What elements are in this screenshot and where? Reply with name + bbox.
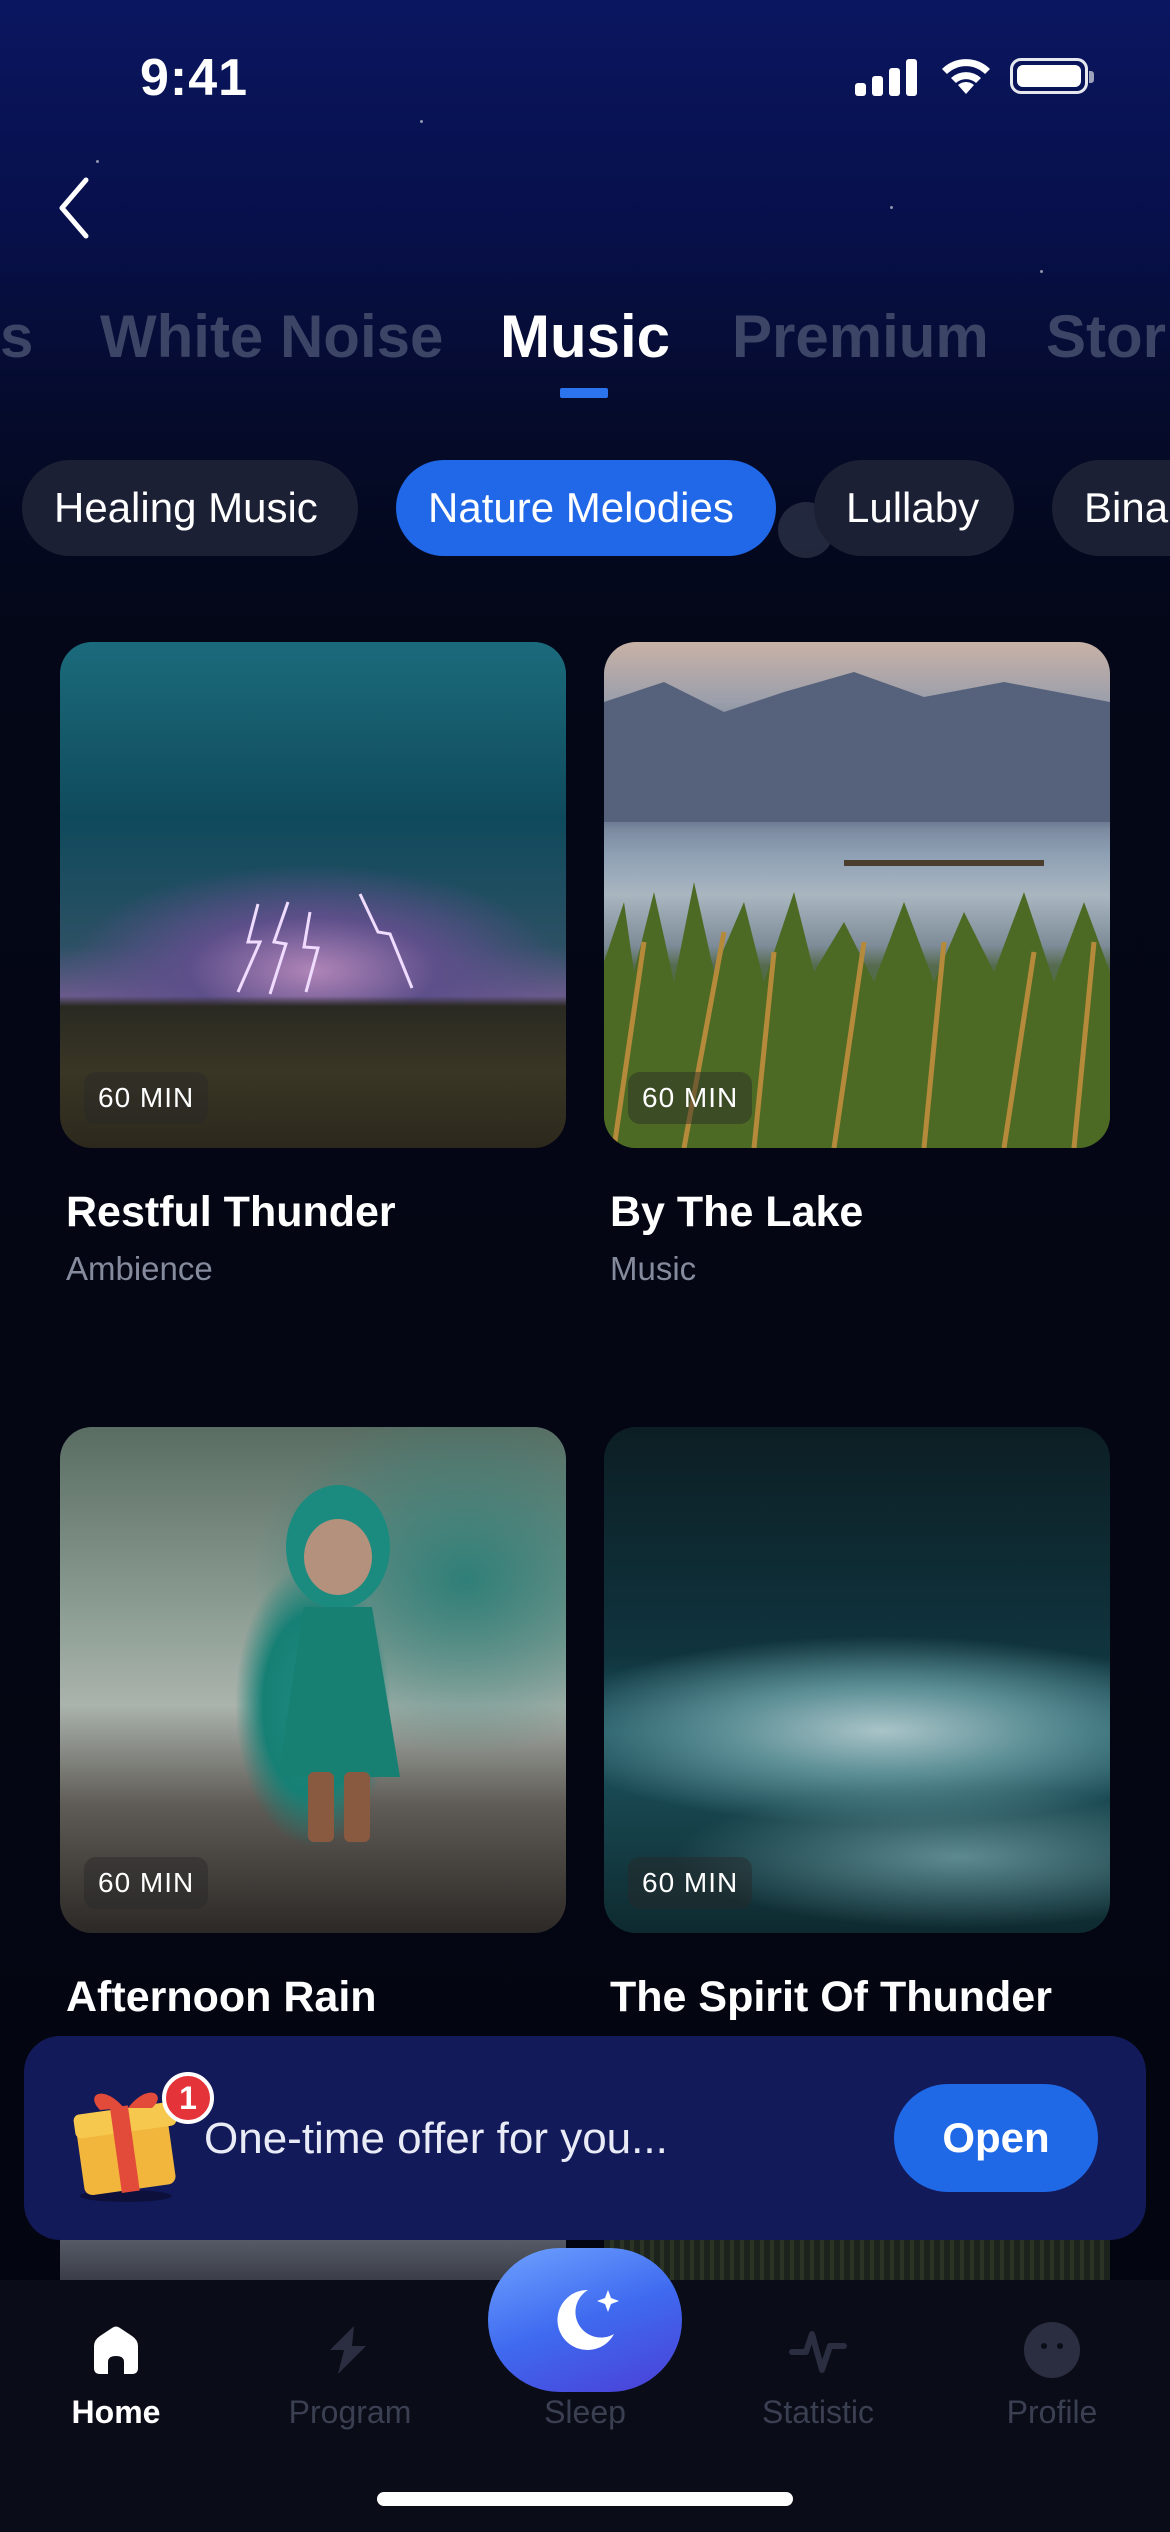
program-icon <box>330 2326 366 2374</box>
offer-text: One-time offer for you... <box>204 2114 668 2163</box>
statistic-icon <box>789 2331 847 2373</box>
card-subtitle: Ambience <box>66 1250 213 1287</box>
star-decoration <box>420 120 423 123</box>
sleep-button[interactable] <box>488 2248 682 2392</box>
status-time: 9:41 <box>140 49 249 107</box>
track-card[interactable]: 60 MIN Restful Thunder Ambience <box>60 642 566 1287</box>
tab-music[interactable]: Music <box>500 302 670 371</box>
wifi-icon <box>942 59 990 94</box>
tab-stories[interactable]: Stor <box>1046 302 1166 371</box>
card-title: The Spirit Of Thunder <box>610 1973 1052 2021</box>
star-decoration <box>96 160 99 163</box>
tab-label: Program <box>288 2394 412 2430</box>
thumbnail-image: 60 MIN <box>60 1427 566 1933</box>
chip-lullaby[interactable]: Lullaby <box>814 460 1014 556</box>
home-indicator[interactable] <box>377 2492 793 2506</box>
chip-binaural[interactable]: Bina <box>1052 460 1170 556</box>
tab-white-noise[interactable]: White Noise <box>100 302 443 371</box>
duration-badge: 60 MIN <box>84 1072 209 1124</box>
open-offer-button[interactable]: Open <box>894 2084 1098 2192</box>
card-subtitle: Music <box>610 1250 697 1287</box>
tab-label: Profile <box>1006 2394 1098 2430</box>
card-title: Restful Thunder <box>66 1188 396 1236</box>
star-decoration <box>1040 270 1043 273</box>
offer-banner[interactable]: 1 One-time offer for you... Open <box>24 2036 1146 2240</box>
track-card[interactable]: 60 MIN By The Lake Music <box>604 642 1110 1287</box>
thumbnail-image: 60 MIN <box>60 642 566 1148</box>
star-decoration <box>890 206 893 209</box>
thumbnail-image: 60 MIN <box>604 1427 1110 1933</box>
tab-stories-prev[interactable]: s <box>0 302 33 371</box>
active-tab-indicator <box>560 388 608 398</box>
track-card[interactable]: 60 MIN The Spirit Of Thunder <box>604 1427 1110 2021</box>
track-card[interactable]: 60 MIN Afternoon Rain <box>60 1427 566 2021</box>
card-title: Afternoon Rain <box>66 1973 377 2021</box>
duration-badge: 60 MIN <box>84 1857 209 1909</box>
tab-label: Home <box>71 2394 161 2430</box>
cellular-signal-icon <box>855 58 917 96</box>
thumbnail-image: 60 MIN <box>604 642 1110 1148</box>
tab-label: Sleep <box>544 2394 626 2430</box>
chip-healing-music[interactable]: Healing Music <box>22 460 358 556</box>
tab-label: Statistic <box>761 2394 875 2430</box>
card-title: By The Lake <box>610 1188 864 1236</box>
moon-icon <box>557 2289 619 2350</box>
tab-premium[interactable]: Premium <box>732 302 989 371</box>
battery-icon <box>1010 58 1094 94</box>
duration-badge: 60 MIN <box>628 1857 753 1909</box>
category-tab-bar: s White Noise Music Premium Stor <box>0 290 1170 400</box>
profile-icon <box>1024 2322 1080 2378</box>
back-button[interactable] <box>44 172 108 244</box>
duration-badge: 60 MIN <box>628 1072 753 1124</box>
app-screen: 9:41 s White Noise Music Premium Stor He… <box>0 0 1170 2532</box>
chip-nature-melodies[interactable]: Nature Melodies <box>396 460 776 556</box>
home-icon <box>94 2326 138 2374</box>
